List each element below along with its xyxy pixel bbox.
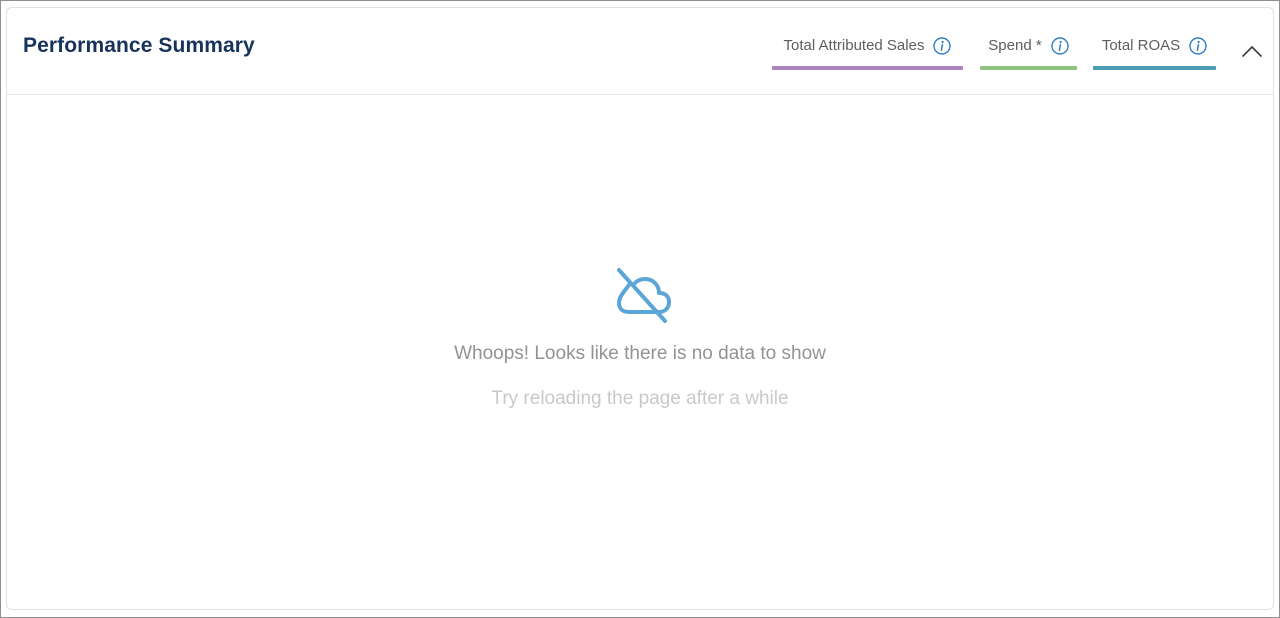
info-icon[interactable] [1050,37,1069,55]
info-icon[interactable] [933,37,952,55]
panel-header: Performance Summary Total Attributed Sal… [7,8,1273,95]
empty-state-message: Whoops! Looks like there is no data to s… [454,343,826,364]
legend-spend[interactable]: Spend * [980,36,1077,70]
legend-color-bar [1093,66,1216,70]
legend-total-roas[interactable]: Total ROAS [1093,36,1216,70]
collapse-button[interactable] [1240,41,1264,61]
empty-state: Whoops! Looks like there is no data to s… [7,95,1273,609]
page-title: Performance Summary [23,34,255,57]
legend-label: Spend * [988,37,1042,54]
window-frame: Performance Summary Total Attributed Sal… [0,0,1280,618]
empty-state-hint: Try reloading the page after a while [491,388,789,409]
chevron-up-icon [1242,46,1262,57]
cloud-off-icon [617,268,671,323]
legend-total-attributed-sales[interactable]: Total Attributed Sales [772,36,963,70]
legend-color-bar [980,66,1077,70]
info-icon[interactable] [1189,37,1207,55]
legend-label: Total ROAS [1101,37,1181,54]
legend-label: Total Attributed Sales [783,37,925,54]
performance-summary-panel: Performance Summary Total Attributed Sal… [6,7,1274,610]
legend-color-bar [772,66,963,70]
